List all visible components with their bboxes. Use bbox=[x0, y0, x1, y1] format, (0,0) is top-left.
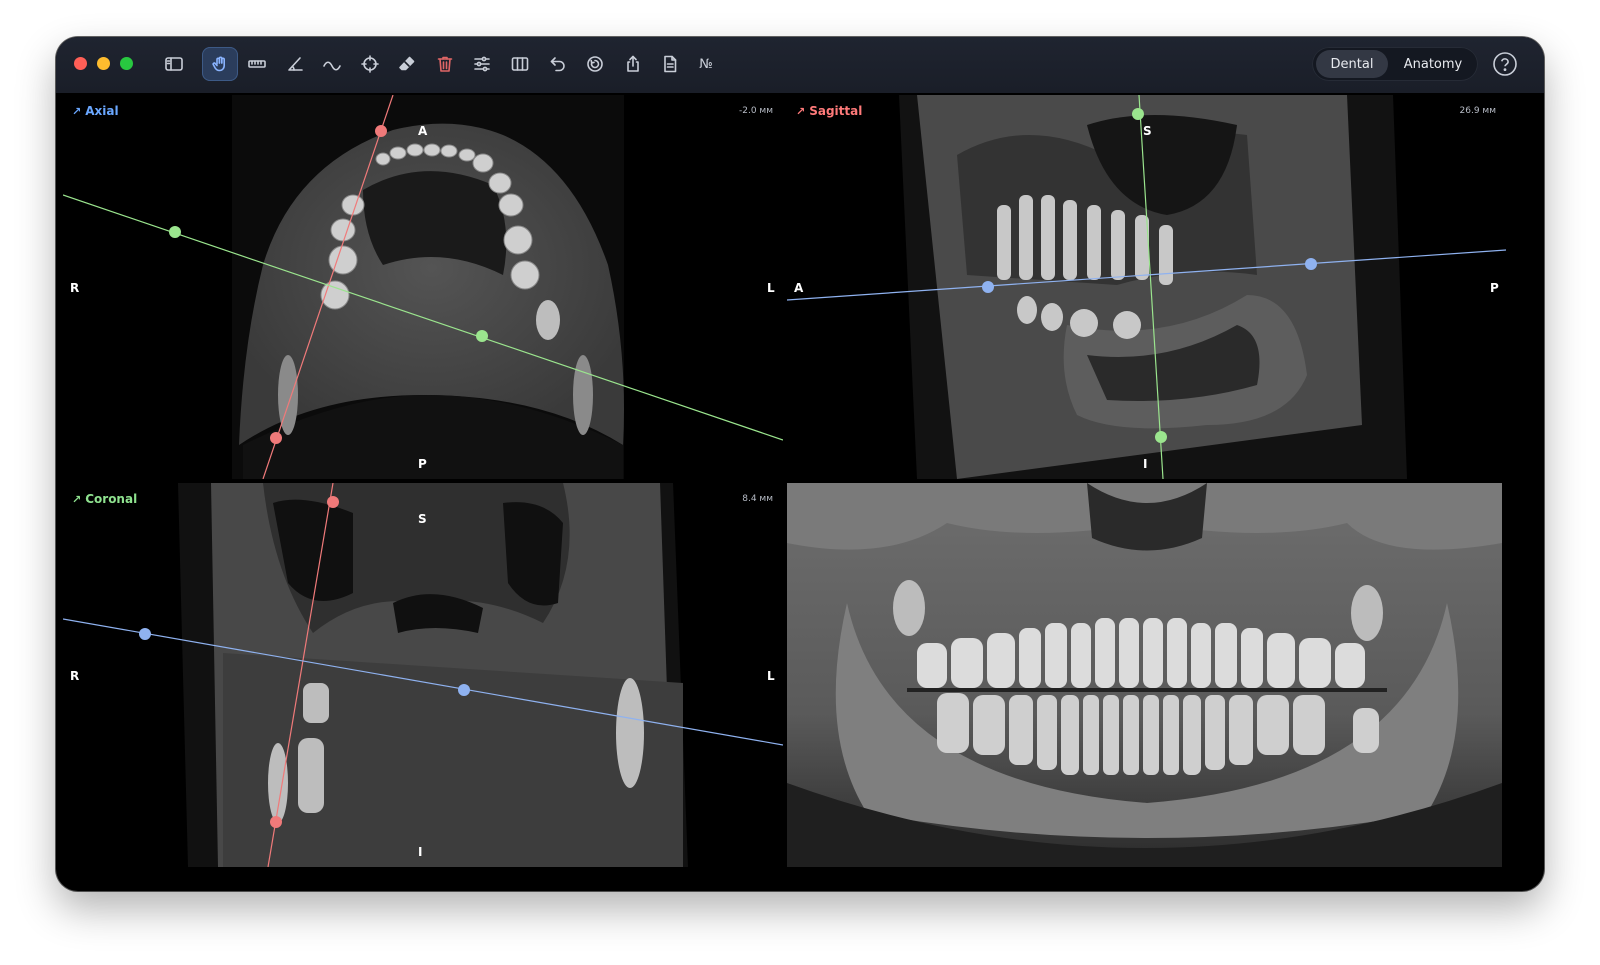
angle-icon bbox=[288, 57, 303, 71]
panoramic-scan-image bbox=[787, 483, 1502, 867]
close-window-button[interactable] bbox=[74, 57, 87, 70]
arrow-icon: ↗ bbox=[72, 492, 82, 506]
coronal-viewport[interactable]: ↗ Coronal 8.4 мм S I R L bbox=[63, 483, 783, 867]
mode-switch: Dental Anatomy bbox=[1312, 47, 1478, 81]
crosshair-tool-button[interactable] bbox=[352, 47, 388, 81]
coronal-title: Coronal bbox=[85, 492, 138, 506]
axial-orient-right: L bbox=[767, 281, 775, 295]
axial-orient-left: R bbox=[70, 281, 80, 295]
eraser-icon bbox=[399, 56, 415, 71]
axial-view-label: ↗ Axial bbox=[72, 104, 119, 118]
titlebar: № Dental Anatomy bbox=[56, 37, 1544, 93]
axial-title: Axial bbox=[85, 104, 119, 118]
share-tool-button[interactable] bbox=[615, 47, 651, 81]
axial-orient-top: A bbox=[418, 124, 428, 138]
axial-depth: -2.0 мм bbox=[738, 106, 773, 116]
sagittal-orient-top: S bbox=[1143, 124, 1152, 138]
axial-scan-image bbox=[63, 95, 783, 479]
sagittal-depth: 26.9 мм bbox=[1459, 106, 1496, 116]
undo-icon bbox=[550, 57, 565, 72]
ruler-icon bbox=[248, 60, 266, 68]
sagittal-orient-bottom: I bbox=[1143, 457, 1148, 471]
zoom-window-button[interactable] bbox=[120, 57, 133, 70]
sagittal-view-label: ↗ Sagittal bbox=[796, 104, 862, 118]
sidebar-icon bbox=[165, 57, 183, 71]
delete-tool-button[interactable] bbox=[427, 47, 463, 81]
mode-anatomy-button[interactable]: Anatomy bbox=[1392, 50, 1474, 78]
coronal-orient-top: S bbox=[418, 512, 427, 526]
sagittal-viewport[interactable]: ↗ Sagittal 26.9 мм S I A P bbox=[787, 95, 1506, 479]
axial-viewport[interactable]: ↗ Axial -2.0 мм A P R L bbox=[63, 95, 783, 479]
sagittal-orient-right: P bbox=[1490, 281, 1499, 295]
sliders-icon bbox=[474, 56, 490, 72]
document-icon bbox=[664, 55, 677, 73]
report-tool-button[interactable] bbox=[652, 47, 688, 81]
crosshair-icon bbox=[361, 55, 379, 73]
coronal-view-label: ↗ Coronal bbox=[72, 492, 137, 506]
numbering-icon: № bbox=[699, 56, 713, 72]
columns-icon bbox=[511, 57, 529, 71]
help-icon bbox=[1493, 52, 1517, 76]
angle-tool-button[interactable] bbox=[277, 47, 313, 81]
coronal-orient-bottom: I bbox=[418, 845, 423, 859]
undo-tool-button[interactable] bbox=[540, 47, 576, 81]
minimize-window-button[interactable] bbox=[97, 57, 110, 70]
axial-orient-bottom: P bbox=[418, 457, 427, 471]
arrow-icon: ↗ bbox=[72, 104, 82, 118]
eraser-tool-button[interactable] bbox=[389, 47, 425, 81]
layout-tool-button[interactable] bbox=[502, 47, 538, 81]
adjust-tool-button[interactable] bbox=[464, 47, 500, 81]
rotate-tool-button[interactable] bbox=[577, 47, 613, 81]
app-window: № Dental Anatomy ↗ Axial -2.0 мм A P R L… bbox=[56, 37, 1544, 891]
numbering-tool-button[interactable]: № bbox=[688, 47, 724, 81]
coronal-orient-right: L bbox=[767, 669, 775, 683]
trash-icon bbox=[437, 56, 453, 72]
sagittal-title: Sagittal bbox=[809, 104, 863, 118]
sidebar-toggle-button[interactable] bbox=[156, 47, 192, 81]
curve-icon bbox=[323, 61, 341, 71]
hand-icon bbox=[212, 56, 225, 72]
sagittal-orient-left: A bbox=[794, 281, 804, 295]
mode-dental-button[interactable]: Dental bbox=[1316, 50, 1388, 78]
rotate-icon bbox=[587, 56, 603, 72]
arrow-icon: ↗ bbox=[796, 104, 806, 118]
coronal-depth: 8.4 мм bbox=[742, 494, 773, 504]
share-icon bbox=[627, 55, 639, 72]
help-button[interactable] bbox=[1492, 51, 1518, 77]
pan-tool-button[interactable] bbox=[202, 47, 238, 81]
sagittal-scan-image bbox=[787, 95, 1506, 479]
curve-tool-button[interactable] bbox=[314, 47, 350, 81]
coronal-orient-left: R bbox=[70, 669, 80, 683]
coronal-scan-image bbox=[63, 483, 783, 867]
ruler-tool-button[interactable] bbox=[239, 47, 275, 81]
panoramic-viewport[interactable] bbox=[787, 483, 1506, 867]
